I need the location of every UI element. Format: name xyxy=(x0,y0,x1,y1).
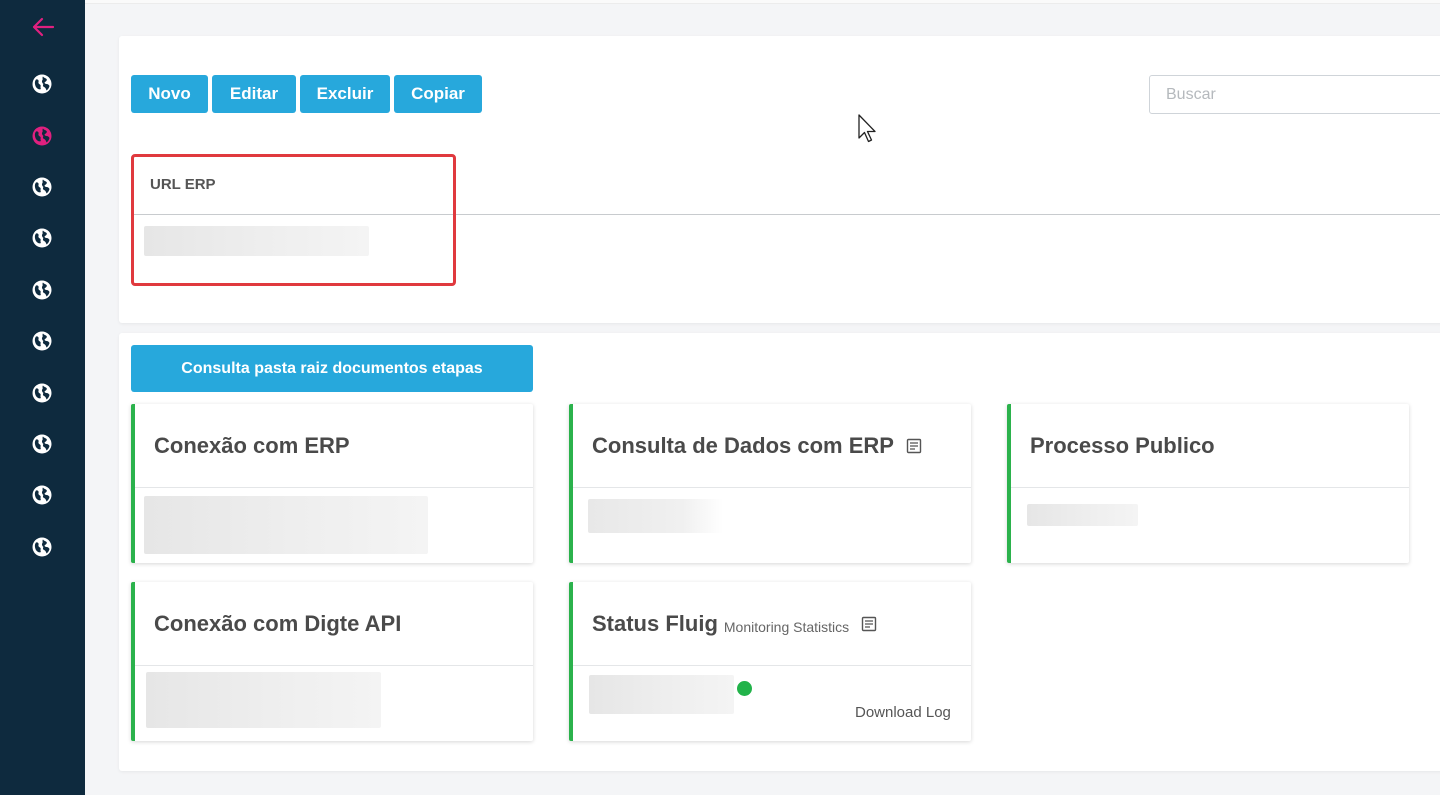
copiar-button[interactable]: Copiar xyxy=(394,75,482,113)
document-icon[interactable] xyxy=(861,616,877,632)
card-content-blurred xyxy=(1027,504,1138,526)
card-content-blurred xyxy=(146,672,381,728)
download-log-link[interactable]: Download Log xyxy=(855,704,951,721)
sidebar-item-5-globe-icon[interactable] xyxy=(30,278,54,302)
sidebar-item-2-globe-icon[interactable] xyxy=(30,124,54,148)
sidebar xyxy=(0,0,85,795)
column-header-url-erp[interactable]: URL ERP xyxy=(150,176,216,193)
card-consulta-dados-erp: Consulta de Dados com ERP xyxy=(569,404,971,563)
table-row-url-erp-value[interactable] xyxy=(144,226,369,256)
sidebar-item-6-globe-icon[interactable] xyxy=(30,329,54,353)
top-strip xyxy=(85,0,1440,4)
editar-button[interactable]: Editar xyxy=(212,75,296,113)
sidebar-item-9-globe-icon[interactable] xyxy=(30,483,54,507)
document-icon[interactable] xyxy=(906,438,922,454)
card-title: Conexão com ERP xyxy=(154,432,350,458)
sidebar-item-7-globe-icon[interactable] xyxy=(30,381,54,405)
list-panel: Novo Editar Excluir Copiar URL ERP xyxy=(119,36,1440,323)
card-content-blurred xyxy=(589,675,734,714)
main-content: Novo Editar Excluir Copiar URL ERP Consu… xyxy=(85,0,1440,795)
sidebar-item-8-globe-icon[interactable] xyxy=(30,432,54,456)
card-conexao-digte-api: Conexão com Digte API xyxy=(131,582,533,741)
status-online-indicator xyxy=(737,681,752,696)
card-title: Conexão com Digte API xyxy=(154,610,402,636)
consulta-pasta-raiz-button[interactable]: Consulta pasta raiz documentos etapas xyxy=(131,345,533,392)
table-header-divider xyxy=(131,214,1440,215)
card-content-blurred xyxy=(144,496,428,554)
sidebar-item-3-globe-icon[interactable] xyxy=(30,175,54,199)
card-conexao-erp: Conexão com ERP xyxy=(131,404,533,563)
card-processo-publico: Processo Publico xyxy=(1007,404,1409,563)
sidebar-item-4-globe-icon[interactable] xyxy=(30,226,54,250)
novo-button[interactable]: Novo xyxy=(131,75,208,113)
card-subtitle: Monitoring Statistics xyxy=(723,618,850,635)
back-arrow-icon[interactable] xyxy=(30,14,56,40)
sidebar-item-1-globe-icon[interactable] xyxy=(30,72,54,96)
card-status-fluig: Status Fluig Monitoring Statistics Downl… xyxy=(569,582,971,741)
card-title: Processo Publico xyxy=(1030,432,1215,458)
search-input[interactable] xyxy=(1149,75,1440,114)
status-panel: Consulta pasta raiz documentos etapas Co… xyxy=(119,333,1440,771)
sidebar-item-10-globe-icon[interactable] xyxy=(30,535,54,559)
excluir-button[interactable]: Excluir xyxy=(300,75,390,113)
mouse-cursor-icon xyxy=(858,114,878,149)
card-title: Status Fluig xyxy=(592,610,718,636)
card-content-blurred xyxy=(588,499,723,533)
card-title: Consulta de Dados com ERP xyxy=(592,432,894,458)
highlight-box xyxy=(131,154,456,286)
